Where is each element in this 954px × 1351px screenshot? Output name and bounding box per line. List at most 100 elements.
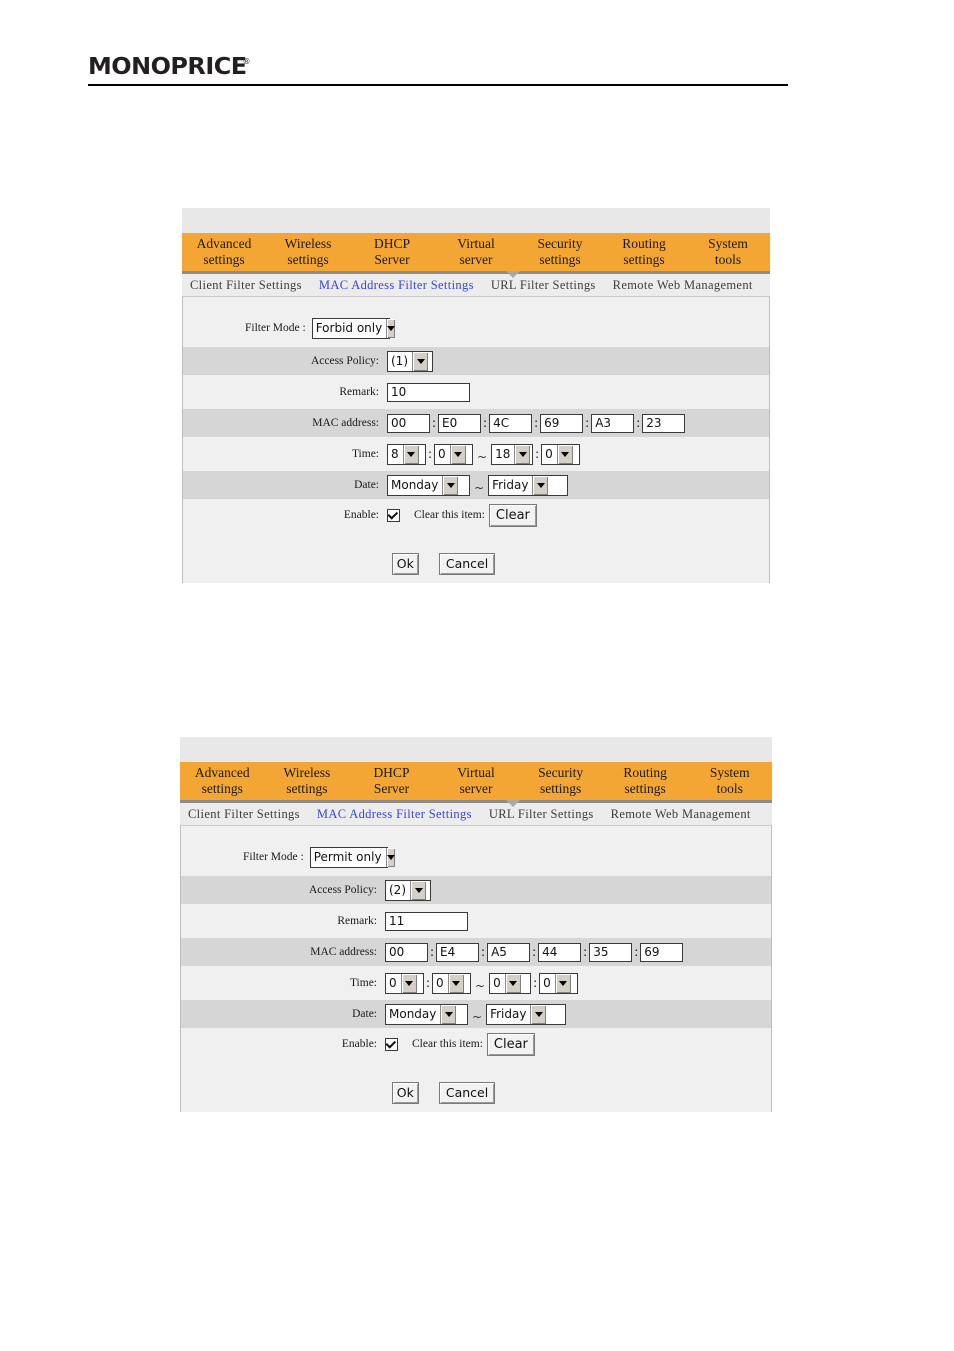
nav-tab-security-settings[interactable]: Security settings <box>518 762 603 800</box>
access-policy-row-2: Access Policy: (2) <box>181 876 771 904</box>
nav-tab-security-settings[interactable]: Security settings <box>518 233 602 271</box>
mac-octet-3[interactable]: 4C <box>489 413 533 433</box>
enable-checkbox-1[interactable] <box>387 508 400 522</box>
mac-octet-6[interactable]: 69 <box>640 942 684 962</box>
nav-tab-label-line2: settings <box>286 781 328 796</box>
access-policy-row-1: Access Policy: (1) <box>183 347 769 375</box>
subnav-item-remote-web-management[interactable]: Remote Web Management <box>611 807 751 822</box>
clear-button-2[interactable]: Clear <box>486 1032 535 1056</box>
enable-label: Enable: <box>341 1038 377 1050</box>
mac-octet-3[interactable]: A5 <box>487 942 531 962</box>
filter-mode-select-1[interactable]: Forbid only <box>311 317 396 339</box>
access-policy-select-2[interactable]: (2) <box>385 879 431 901</box>
nav-tab-dhcp-server[interactable]: DHCP Server <box>349 762 434 800</box>
nav-tab-label-line2: settings <box>201 781 243 796</box>
main-navigation-bar-1[interactable]: Advanced settings Wireless settings DHCP… <box>182 233 770 274</box>
nav-tab-virtual-server[interactable]: Virtual server <box>434 233 518 271</box>
nav-tab-wireless-settings[interactable]: Wireless settings <box>266 233 350 271</box>
nav-tab-label-line2: settings <box>539 781 582 796</box>
time-end-hour-select-2[interactable]: 0 <box>489 972 532 994</box>
subnav-item-url-filter-settings[interactable]: URL Filter Settings <box>491 278 596 293</box>
date-start-select-2[interactable]: Monday <box>385 1003 468 1025</box>
nav-tab-advanced-settings[interactable]: Advanced settings <box>182 233 266 271</box>
remark-input-1[interactable]: 10 <box>387 382 470 402</box>
mac-octet-6[interactable]: 23 <box>642 413 686 433</box>
time-start-minute-select-2[interactable]: 0 <box>432 972 472 994</box>
time-start-minute-select-1[interactable]: 0 <box>434 443 474 465</box>
cancel-button-2[interactable]: Cancel <box>438 1082 496 1104</box>
nav-tab-system-tools[interactable]: System tools <box>686 233 770 271</box>
chevron-down-icon[interactable] <box>449 444 466 464</box>
chevron-down-icon[interactable] <box>385 847 395 867</box>
mac-octet-1[interactable]: 00 <box>387 413 430 433</box>
nav-tab-label-line1: Wireless <box>283 765 331 781</box>
nav-tab-system-tools[interactable]: System tools <box>687 762 772 800</box>
date-label: Date: <box>354 479 379 491</box>
subnav-item-client-filter-settings[interactable]: Client Filter Settings <box>188 807 300 822</box>
active-tab-caret-icon <box>506 271 520 278</box>
date-start-select-1[interactable]: Monday <box>387 474 470 496</box>
chevron-down-icon[interactable] <box>532 475 549 495</box>
time-end-hour-select-1[interactable]: 18 <box>491 443 534 465</box>
subnav-item-url-filter-settings[interactable]: URL Filter Settings <box>489 807 594 822</box>
subnav-item-mac-address-filter-settings[interactable]: MAC Address Filter Settings <box>319 278 474 293</box>
chevron-down-icon[interactable] <box>504 973 521 993</box>
subnav-item-remote-web-management[interactable]: Remote Web Management <box>613 278 753 293</box>
nav-tab-label-line1: Security <box>537 236 583 252</box>
sub-navigation-bar-2[interactable]: Client Filter Settings MAC Address Filte… <box>180 800 772 826</box>
chevron-down-icon[interactable] <box>514 444 531 464</box>
chevron-down-icon[interactable] <box>410 880 426 900</box>
chevron-down-icon[interactable] <box>447 973 464 993</box>
mac-octet-2[interactable]: E4 <box>436 942 480 962</box>
date-start-value: Monday <box>391 478 439 492</box>
nav-tab-dhcp-server[interactable]: DHCP Server <box>350 233 434 271</box>
chevron-down-icon[interactable] <box>440 1004 457 1024</box>
chevron-down-icon[interactable] <box>400 973 417 993</box>
nav-tab-label-line2: Server <box>374 252 410 267</box>
main-navigation-bar-2[interactable]: Advanced settings Wireless settings DHCP… <box>180 762 772 803</box>
chevron-down-icon[interactable] <box>442 475 459 495</box>
nav-tab-routing-settings[interactable]: Routing settings <box>603 762 688 800</box>
monoprice-logo: MONOPRICE ® <box>88 56 250 79</box>
time-end-minute-select-2[interactable]: 0 <box>539 972 579 994</box>
mac-octet-4[interactable]: 69 <box>540 413 584 433</box>
panel-top-strip <box>180 737 772 762</box>
date-end-select-2[interactable]: Friday <box>486 1003 567 1025</box>
remark-input-2[interactable]: 11 <box>385 911 468 931</box>
date-end-select-1[interactable]: Friday <box>488 474 569 496</box>
nav-tab-wireless-settings[interactable]: Wireless settings <box>265 762 350 800</box>
subnav-item-client-filter-settings[interactable]: Client Filter Settings <box>190 278 302 293</box>
chevron-down-icon[interactable] <box>402 444 419 464</box>
remark-label: Remark: <box>339 386 379 398</box>
nav-tab-routing-settings[interactable]: Routing settings <box>602 233 686 271</box>
mac-octet-2[interactable]: E0 <box>438 413 482 433</box>
clear-button-1[interactable]: Clear <box>488 503 537 527</box>
mac-octet-5[interactable]: 35 <box>589 942 633 962</box>
mac-octet-5[interactable]: A3 <box>591 413 635 433</box>
ok-button-1[interactable]: Ok <box>391 553 419 575</box>
chevron-down-icon[interactable] <box>530 1004 547 1024</box>
date-row-2: Date: Monday ~ Friday <box>181 1000 771 1028</box>
access-policy-select-1[interactable]: (1) <box>387 350 433 372</box>
nav-tab-advanced-settings[interactable]: Advanced settings <box>180 762 265 800</box>
enable-checkbox-2[interactable] <box>385 1037 398 1051</box>
mac-octet-4[interactable]: 44 <box>538 942 582 962</box>
chevron-down-icon[interactable] <box>556 444 573 464</box>
time-start-hour-select-2[interactable]: 0 <box>385 972 424 994</box>
filter-mode-select-2[interactable]: Permit only <box>309 846 395 868</box>
ok-button-2[interactable]: Ok <box>391 1082 419 1104</box>
chevron-down-icon[interactable] <box>554 973 571 993</box>
mac-octet-1[interactable]: 00 <box>385 942 428 962</box>
chevron-down-icon[interactable] <box>412 351 428 371</box>
nav-tab-virtual-server[interactable]: Virtual server <box>434 762 519 800</box>
checkmark-icon <box>387 508 399 520</box>
logo-wordmark: MONOPRICE <box>88 54 247 80</box>
time-start-hour-select-1[interactable]: 8 <box>387 443 426 465</box>
header-divider <box>88 84 788 86</box>
form-actions-1: Ok Cancel <box>183 531 769 583</box>
sub-navigation-bar-1[interactable]: Client Filter Settings MAC Address Filte… <box>182 271 770 297</box>
cancel-button-1[interactable]: Cancel <box>438 553 496 575</box>
time-end-minute-select-1[interactable]: 0 <box>541 443 581 465</box>
subnav-item-mac-address-filter-settings[interactable]: MAC Address Filter Settings <box>317 807 472 822</box>
chevron-down-icon[interactable] <box>386 318 396 338</box>
